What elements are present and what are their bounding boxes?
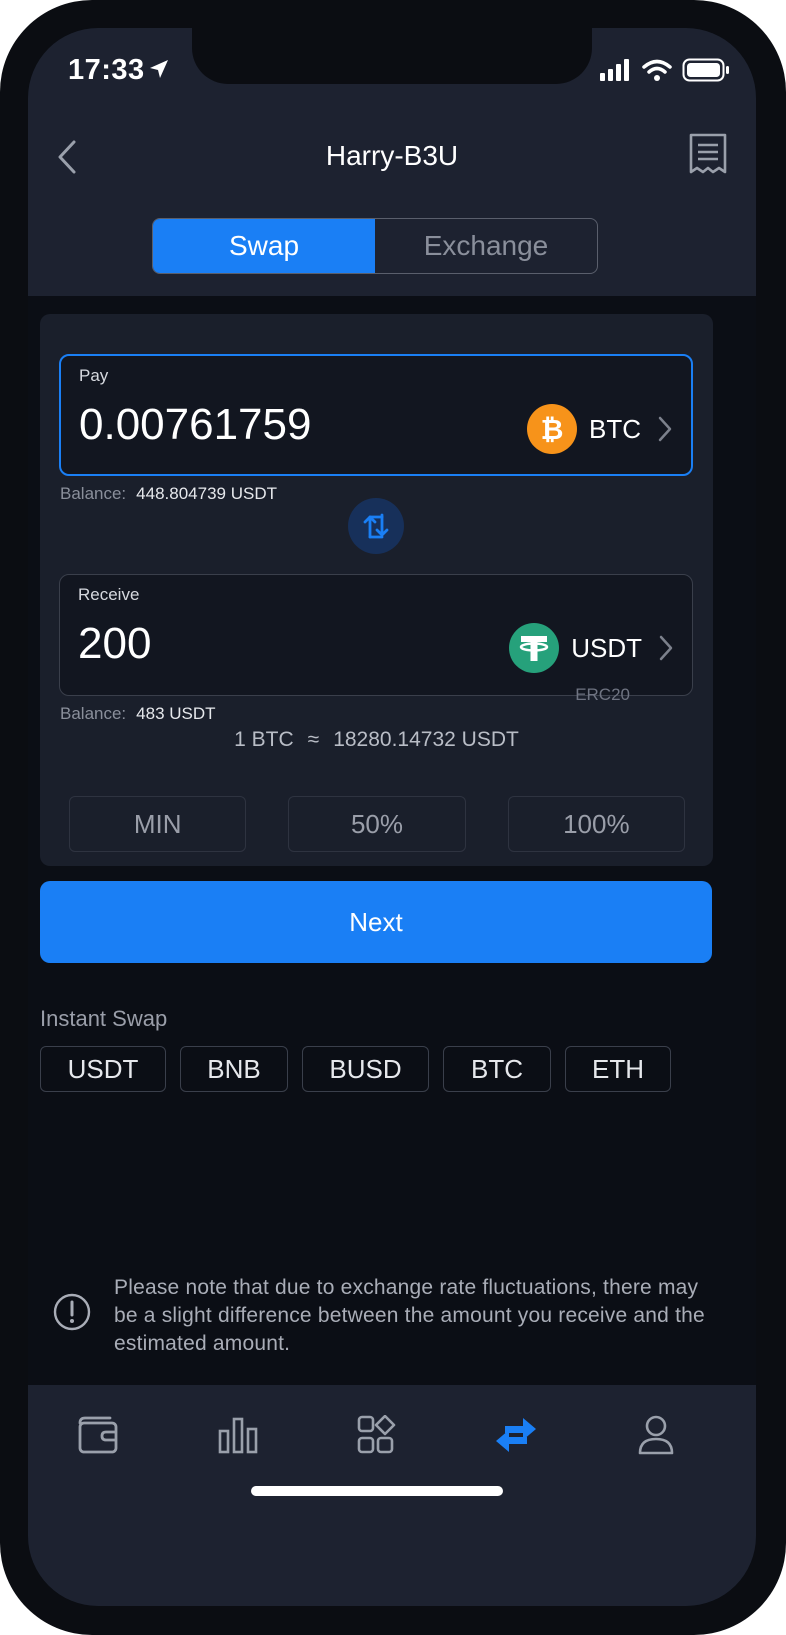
swap-direction-button[interactable]	[348, 498, 404, 554]
chevron-right-icon	[658, 416, 672, 442]
tether-icon	[509, 623, 560, 673]
receipt-icon	[689, 133, 727, 174]
pay-field[interactable]: Pay 0.00761759 ₿ BTC	[59, 354, 693, 476]
swap-arrows-icon	[496, 1418, 536, 1452]
user-icon	[638, 1415, 674, 1455]
pay-amount-input[interactable]: 0.00761759	[79, 400, 311, 450]
chip-btc[interactable]: BTC	[443, 1046, 551, 1092]
app-screen: 17:33 Harry-B3U Swap Exchange Pay 0.0076…	[28, 28, 756, 1606]
notice-text: Please note that due to exchange rate fl…	[114, 1276, 705, 1355]
receive-balance-label: Balance:	[60, 704, 127, 723]
receive-coin-network: ERC20	[575, 685, 630, 704]
tab-markets[interactable]	[208, 1411, 268, 1459]
bitcoin-icon: ₿	[527, 404, 577, 454]
status-icons	[600, 58, 730, 82]
amount-presets: MIN 50% 100%	[69, 796, 685, 852]
receive-field[interactable]: Receive 200 USDT ERC20	[59, 574, 693, 704]
instant-swap-chips: USDT BNB BUSD BTC ETH	[40, 1046, 671, 1092]
pay-label: Pay	[79, 366, 109, 385]
bar-chart-icon	[218, 1417, 258, 1454]
next-button[interactable]: Next	[40, 881, 712, 963]
chip-busd[interactable]: BUSD	[302, 1046, 429, 1092]
instant-swap-label: Instant Swap	[40, 1006, 168, 1031]
battery-icon	[682, 58, 729, 82]
bottom-tab-bar	[28, 1385, 756, 1606]
pay-balance-label: Balance:	[60, 484, 127, 503]
tab-wallet[interactable]	[68, 1411, 128, 1459]
receive-label: Receive	[78, 585, 140, 604]
home-indicator	[251, 1486, 503, 1496]
phone-frame: 17:33 Harry-B3U Swap Exchange Pay 0.0076…	[0, 0, 786, 1635]
chip-eth[interactable]: ETH	[565, 1046, 671, 1092]
pay-coin-selector[interactable]: ₿ BTC	[527, 404, 673, 454]
pay-coin-name: BTC	[589, 413, 641, 444]
tab-apps[interactable]	[346, 1411, 406, 1459]
swap-direction-icon	[363, 513, 389, 539]
location-arrow-icon	[148, 58, 170, 85]
svg-text:₿: ₿	[541, 413, 564, 446]
header: 17:33 Harry-B3U Swap Exchange	[28, 28, 756, 296]
max-button[interactable]: 100%	[507, 796, 685, 852]
min-button[interactable]: MIN	[69, 796, 247, 852]
chip-usdt[interactable]: USDT	[40, 1046, 166, 1092]
receive-coin-selector[interactable]: USDT	[509, 623, 674, 673]
tab-swap[interactable]: Swap	[153, 219, 375, 273]
receive-balance-value: 483 USDT	[136, 704, 216, 723]
info-icon	[53, 1293, 91, 1331]
chip-bnb[interactable]: BNB	[180, 1046, 288, 1092]
exchange-rate: 1 BTC ≈18280.14732 USDT	[40, 728, 713, 752]
mode-segmented-control: Swap Exchange	[152, 218, 598, 274]
page-title: Harry-B3U	[325, 140, 459, 171]
chevron-right-icon	[659, 635, 673, 661]
history-button[interactable]	[688, 132, 728, 178]
swap-card: Pay 0.00761759 ₿ BTC Balance: 448.804739 …	[40, 314, 713, 866]
half-button[interactable]: 50%	[288, 796, 466, 852]
tab-profile[interactable]	[626, 1411, 686, 1459]
rate-right: 18280.14732 USDT	[333, 728, 519, 751]
signal-icon	[600, 59, 629, 81]
pay-balance: Balance: 448.804739 USDT	[60, 484, 277, 504]
rate-notice: Please note that due to exchange rate fl…	[52, 1274, 712, 1358]
tab-swap-nav[interactable]	[486, 1411, 546, 1459]
notch	[192, 28, 592, 84]
tab-exchange[interactable]: Exchange	[375, 219, 597, 273]
wallet-icon	[78, 1416, 118, 1454]
status-time: 17:33	[68, 54, 145, 86]
wifi-icon	[642, 59, 672, 81]
rate-left: 1 BTC	[234, 728, 294, 751]
receive-coin-name: USDT	[571, 632, 642, 663]
receive-balance: Balance: 483 USDT	[60, 704, 216, 724]
rate-approx: ≈	[307, 728, 320, 751]
pay-balance-value: 448.804739 USDT	[136, 484, 277, 503]
receive-amount-input[interactable]: 200	[78, 619, 151, 669]
apps-grid-icon	[357, 1415, 396, 1454]
